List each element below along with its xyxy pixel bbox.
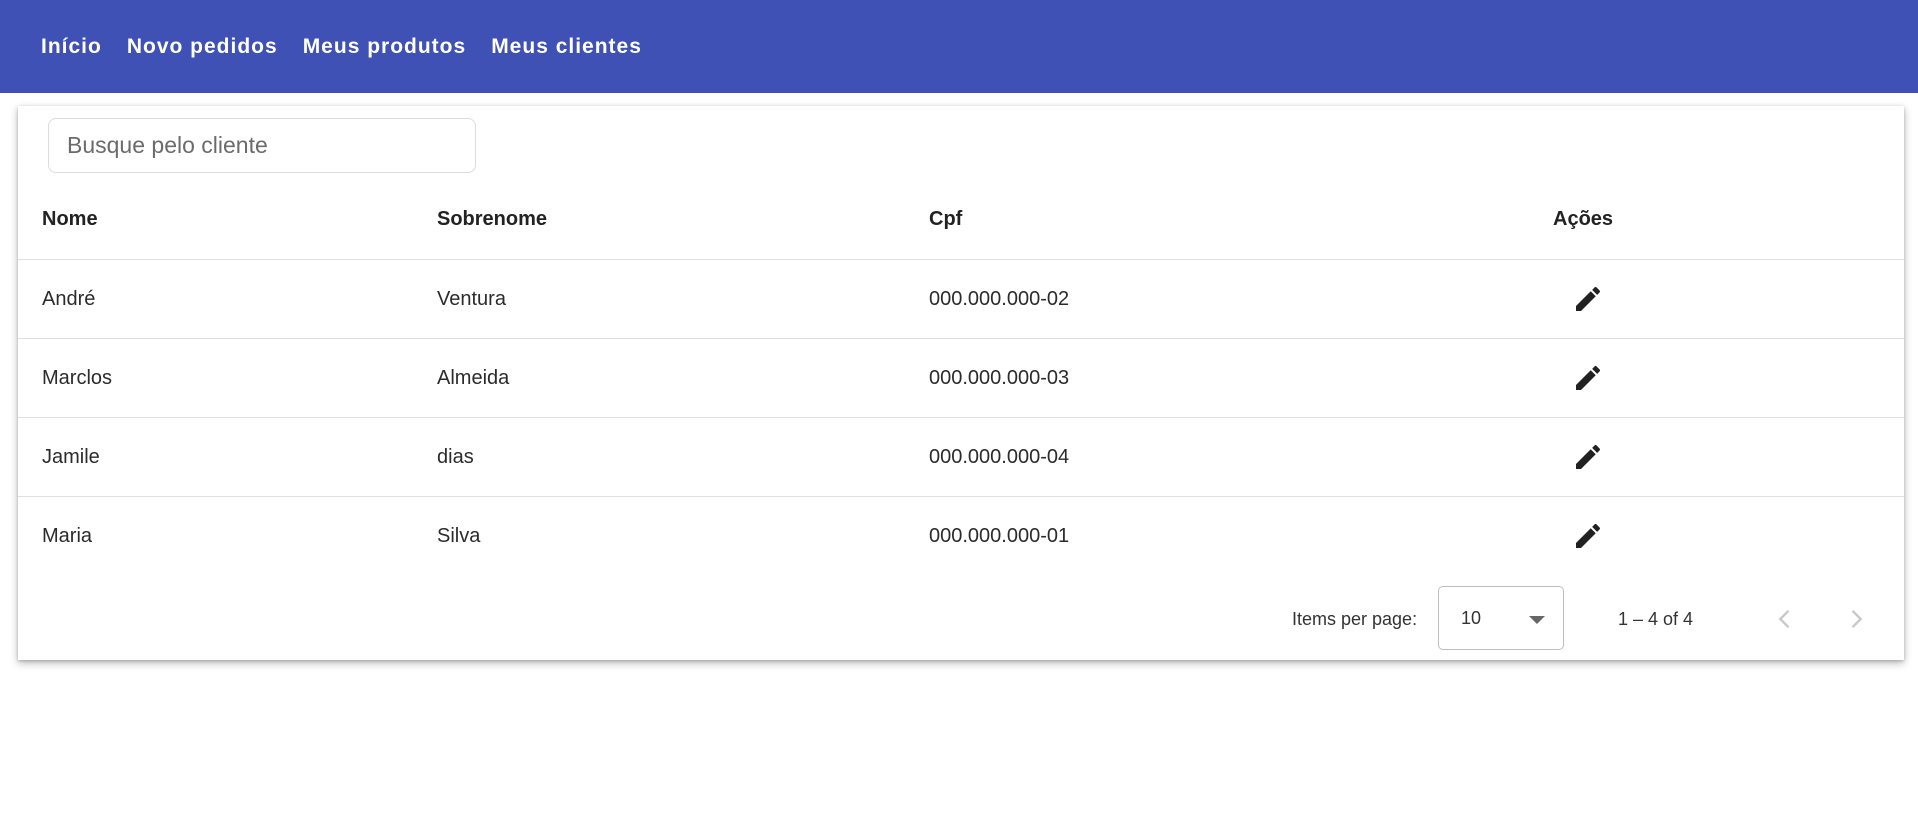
page-size-value: 10: [1461, 607, 1482, 628]
next-page-button[interactable]: [1836, 599, 1876, 639]
edit-icon: [1576, 365, 1601, 390]
table-row: André Ventura 000.000.000-02: [18, 260, 1904, 339]
nav-link-meus-clientes[interactable]: Meus clientes: [480, 27, 653, 67]
cell-cpf: 000.000.000-02: [929, 287, 1070, 310]
nav-link-meus-produtos[interactable]: Meus produtos: [292, 27, 478, 67]
cell-sobrenome: Ventura: [437, 287, 506, 310]
table-header-row: Nome Sobrenome Cpf Ações: [18, 179, 1904, 260]
page-range-label: 1 – 4 of 4: [1618, 608, 1694, 629]
header-acoes: Ações: [1553, 207, 1614, 230]
header-nome[interactable]: Nome: [42, 179, 98, 259]
table-row: Jamile dias 000.000.000-04: [18, 418, 1904, 497]
edit-button[interactable]: [1568, 279, 1608, 319]
chevron-right-icon: [1851, 610, 1863, 628]
table-row: Maria Silva 000.000.000-01: [18, 497, 1904, 575]
nav-link-inicio[interactable]: Início: [30, 27, 113, 67]
cell-nome: André: [42, 287, 96, 310]
edit-button[interactable]: [1568, 358, 1608, 398]
cell-nome: Jamile: [42, 445, 100, 468]
edit-button[interactable]: [1568, 437, 1608, 477]
table-row: Marclos Almeida 000.000.000-03: [18, 339, 1904, 418]
cell-sobrenome: Almeida: [437, 366, 510, 389]
dropdown-caret-icon: [1529, 616, 1545, 624]
clients-card: Nome Sobrenome Cpf Ações André Ventura 0…: [18, 106, 1904, 660]
edit-icon: [1576, 286, 1601, 311]
cell-nome: Maria: [42, 524, 93, 547]
top-toolbar: Início Novo pedidos Meus produtos Meus c…: [0, 0, 1918, 93]
chevron-left-icon: [1778, 610, 1790, 628]
edit-icon: [1576, 444, 1601, 469]
previous-page-button[interactable]: [1765, 599, 1805, 639]
edit-button[interactable]: [1568, 516, 1608, 556]
cell-cpf: 000.000.000-03: [929, 366, 1070, 389]
cell-sobrenome: Silva: [437, 524, 481, 547]
client-search-input[interactable]: [48, 118, 476, 173]
cell-nome: Marclos: [42, 366, 113, 389]
header-cpf[interactable]: Cpf: [929, 179, 962, 259]
nav-link-novo-pedidos[interactable]: Novo pedidos: [116, 27, 289, 67]
header-sobrenome[interactable]: Sobrenome: [437, 179, 547, 259]
cell-cpf: 000.000.000-01: [929, 524, 1070, 547]
cell-sobrenome: dias: [437, 445, 474, 468]
page-size-select[interactable]: 10: [1438, 586, 1564, 650]
cell-cpf: 000.000.000-04: [929, 445, 1070, 468]
edit-icon: [1576, 523, 1601, 548]
items-per-page-label: Items per page:: [1292, 608, 1418, 629]
paginator: Items per page: 10 1 – 4 of 4: [18, 586, 1904, 652]
